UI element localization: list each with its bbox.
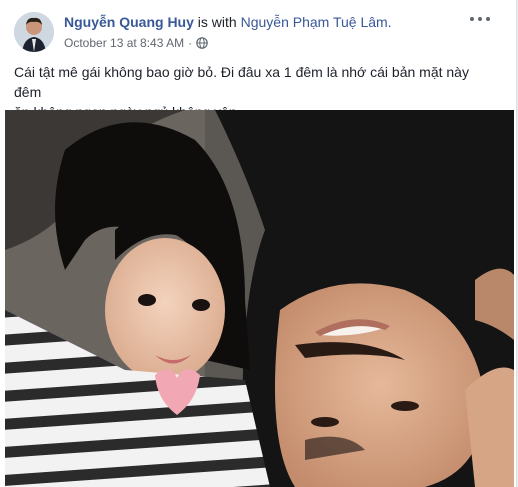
- post-photo[interactable]: [5, 110, 514, 487]
- timestamp-link[interactable]: October 13 at 8:43 AM: [64, 36, 184, 50]
- dot-1: [470, 17, 474, 21]
- tagged-user-link[interactable]: Nguyễn Phạm Tuệ Lâm.: [241, 14, 392, 30]
- post-options-icon[interactable]: [470, 14, 490, 24]
- author-name-link[interactable]: Nguyễn Quang Huy: [64, 14, 194, 30]
- post-card: Nguyễn Quang Huy is with Nguyễn Phạm Tuệ…: [0, 0, 517, 487]
- avatar-image: [14, 12, 54, 52]
- dot-2: [478, 17, 482, 21]
- post-message-line-1: Cái tật mê gái không bao giờ bỏ. Đi đâu …: [14, 64, 469, 100]
- meta-separator: ·: [188, 36, 193, 50]
- post-meta: October 13 at 8:43 AM ·: [64, 36, 208, 50]
- globe-icon[interactable]: [196, 37, 208, 49]
- with-text: is with: [197, 14, 237, 30]
- post-header-line: Nguyễn Quang Huy is with Nguyễn Phạm Tuệ…: [64, 14, 392, 30]
- dot-3: [486, 17, 490, 21]
- selfie-photo-image: [5, 110, 514, 487]
- author-avatar[interactable]: [14, 12, 54, 52]
